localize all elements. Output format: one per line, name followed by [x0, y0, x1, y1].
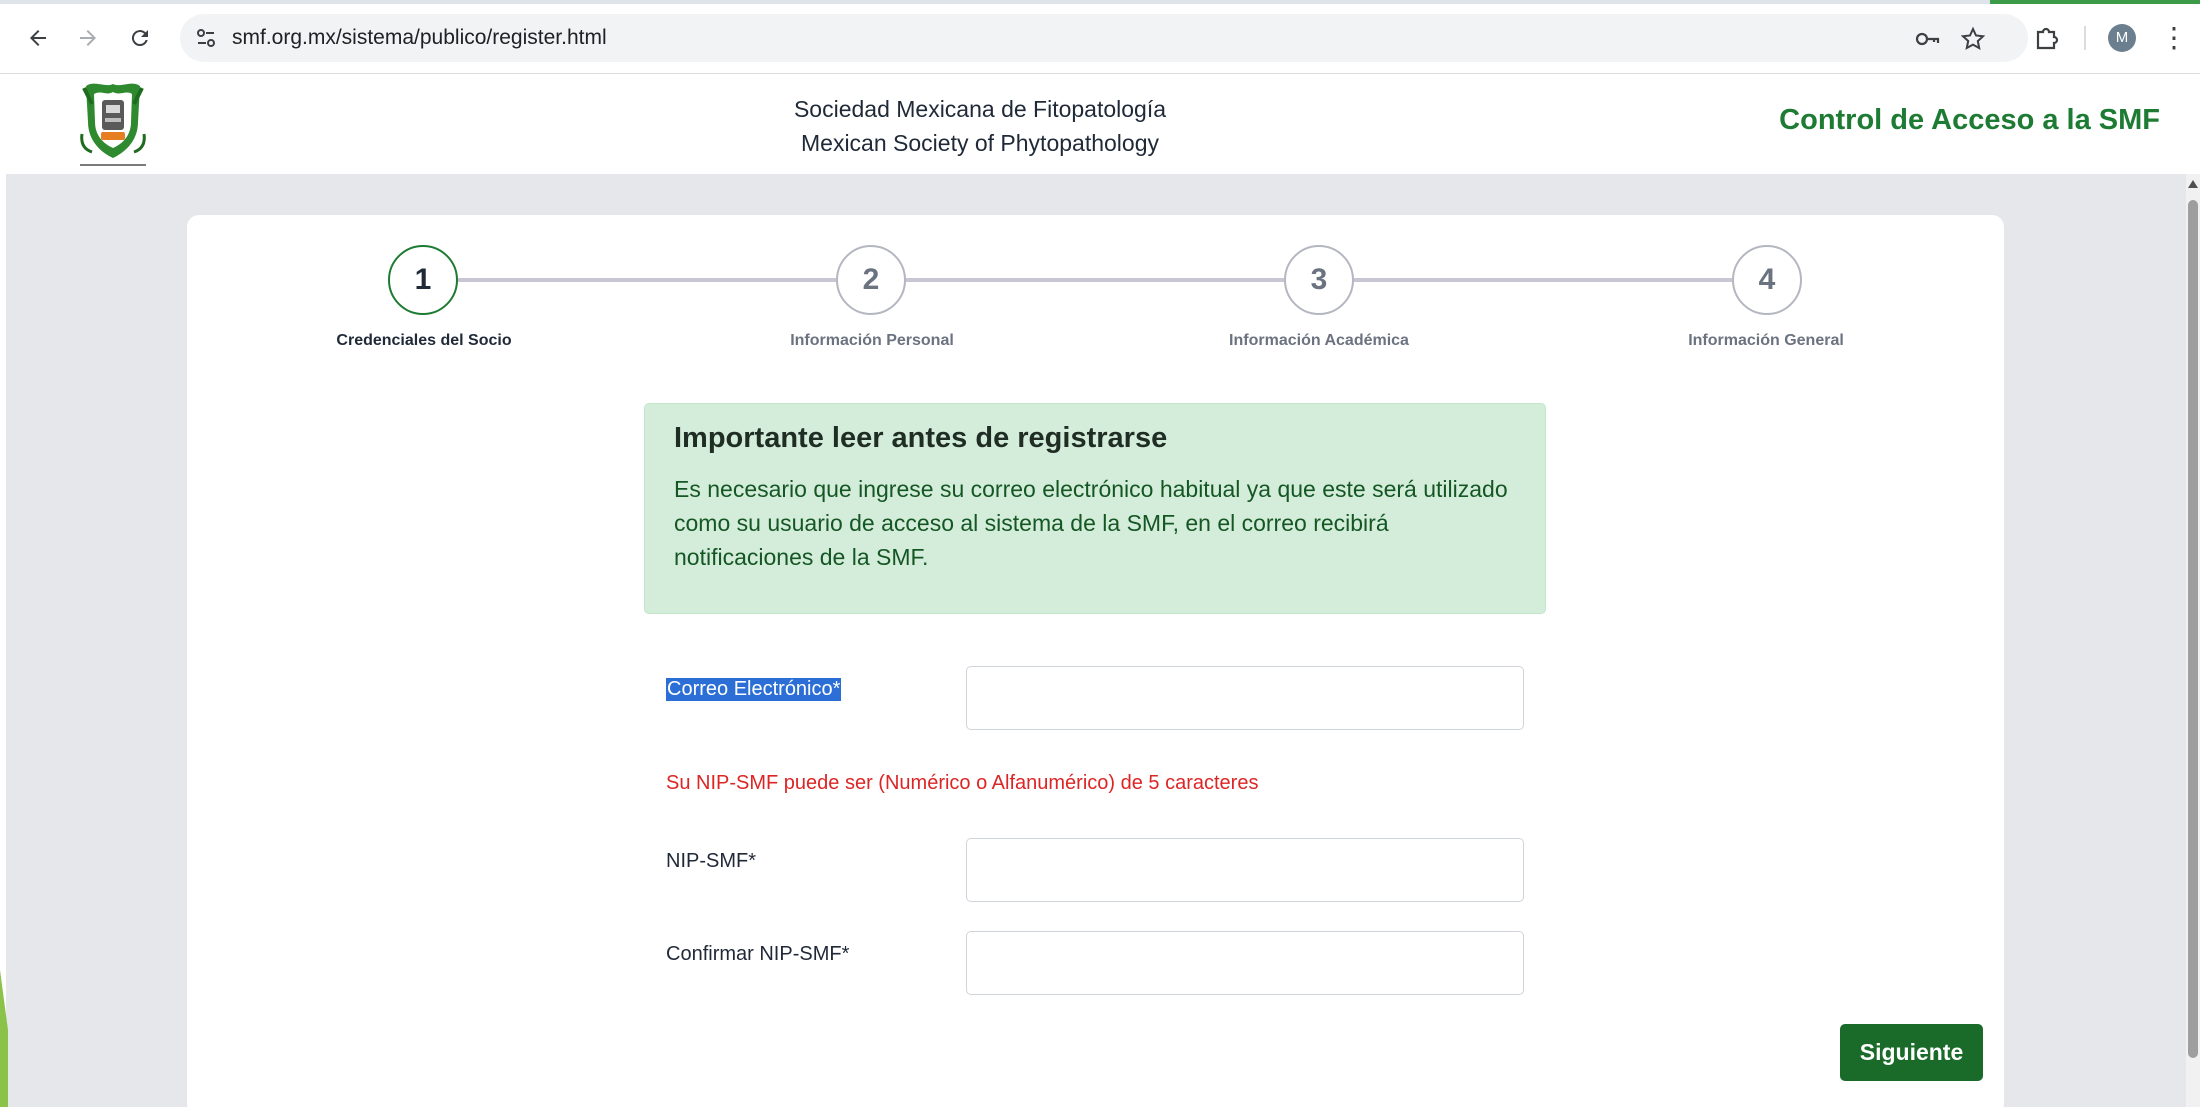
- org-name-en: Mexican Society of Phytopathology: [801, 130, 1159, 156]
- next-button[interactable]: Siguiente: [1840, 1024, 1983, 1081]
- toolbar-divider: [2084, 26, 2086, 50]
- extensions-icon[interactable]: [2032, 24, 2060, 52]
- access-control-title: Control de Acceso a la SMF: [1779, 104, 2160, 136]
- site-info-icon[interactable]: [192, 24, 220, 52]
- step-connector-1: [458, 278, 836, 282]
- org-names: Sociedad Mexicana de Fitopatología Mexic…: [760, 92, 1200, 160]
- reload-icon[interactable]: [122, 20, 158, 56]
- page-scrollbar[interactable]: [2186, 174, 2200, 1107]
- step-3-circle: 3: [1284, 245, 1354, 315]
- profile-avatar[interactable]: M: [2108, 24, 2136, 52]
- scroll-up-arrow-icon[interactable]: [2188, 180, 2198, 188]
- step-connector-2: [906, 278, 1284, 282]
- step-1-label: Credenciales del Socio: [336, 332, 512, 349]
- org-name-es: Sociedad Mexicana de Fitopatología: [793, 96, 1167, 122]
- step-3-label: Información Académica: [1229, 332, 1409, 349]
- bookmark-star-icon[interactable]: [1960, 26, 1986, 52]
- back-icon[interactable]: [20, 20, 56, 56]
- site-header: Sociedad Mexicana de Fitopatología Mexic…: [0, 74, 2200, 174]
- nip-label: NIP-SMF*: [666, 850, 756, 872]
- notice-alert: Importante leer antes de registrarse Es …: [644, 403, 1546, 614]
- url-text[interactable]: smf.org.mx/sistema/publico/register.html: [232, 14, 607, 62]
- smf-logo[interactable]: [76, 78, 150, 170]
- side-decoration: [0, 970, 8, 1107]
- notice-body: Es necesario que ingrese su correo elect…: [674, 476, 1508, 570]
- confirm-nip-label: Confirmar NIP-SMF*: [666, 943, 850, 965]
- confirm-nip-field[interactable]: [966, 931, 1524, 995]
- nip-hint: Su NIP-SMF puede ser (Numérico o Alfanum…: [666, 772, 1259, 794]
- step-4-label: Información General: [1688, 332, 1844, 349]
- notice-title: Importante leer antes de registrarse: [674, 422, 1168, 454]
- address-bar[interactable]: smf.org.mx/sistema/publico/register.html: [180, 14, 2028, 62]
- nip-field[interactable]: [966, 838, 1524, 902]
- step-connector-3: [1354, 278, 1732, 282]
- email-label: Correo Electrónico*: [666, 678, 842, 701]
- email-field[interactable]: [966, 666, 1524, 730]
- step-1-circle: 1: [388, 245, 458, 315]
- step-2-circle: 2: [836, 245, 906, 315]
- step-4-circle: 4: [1732, 245, 1802, 315]
- active-tab-edge: [1990, 0, 2200, 4]
- password-key-icon[interactable]: [1914, 26, 1940, 52]
- tab-strip-edge: [0, 0, 2200, 4]
- page-left-edge: [0, 174, 6, 1107]
- browser-toolbar: smf.org.mx/sistema/publico/register.html…: [0, 0, 2200, 74]
- menu-icon[interactable]: ⋮: [2160, 22, 2188, 54]
- step-2-label: Información Personal: [790, 332, 954, 349]
- scrollbar-thumb[interactable]: [2188, 200, 2198, 1058]
- forward-icon[interactable]: [70, 20, 106, 56]
